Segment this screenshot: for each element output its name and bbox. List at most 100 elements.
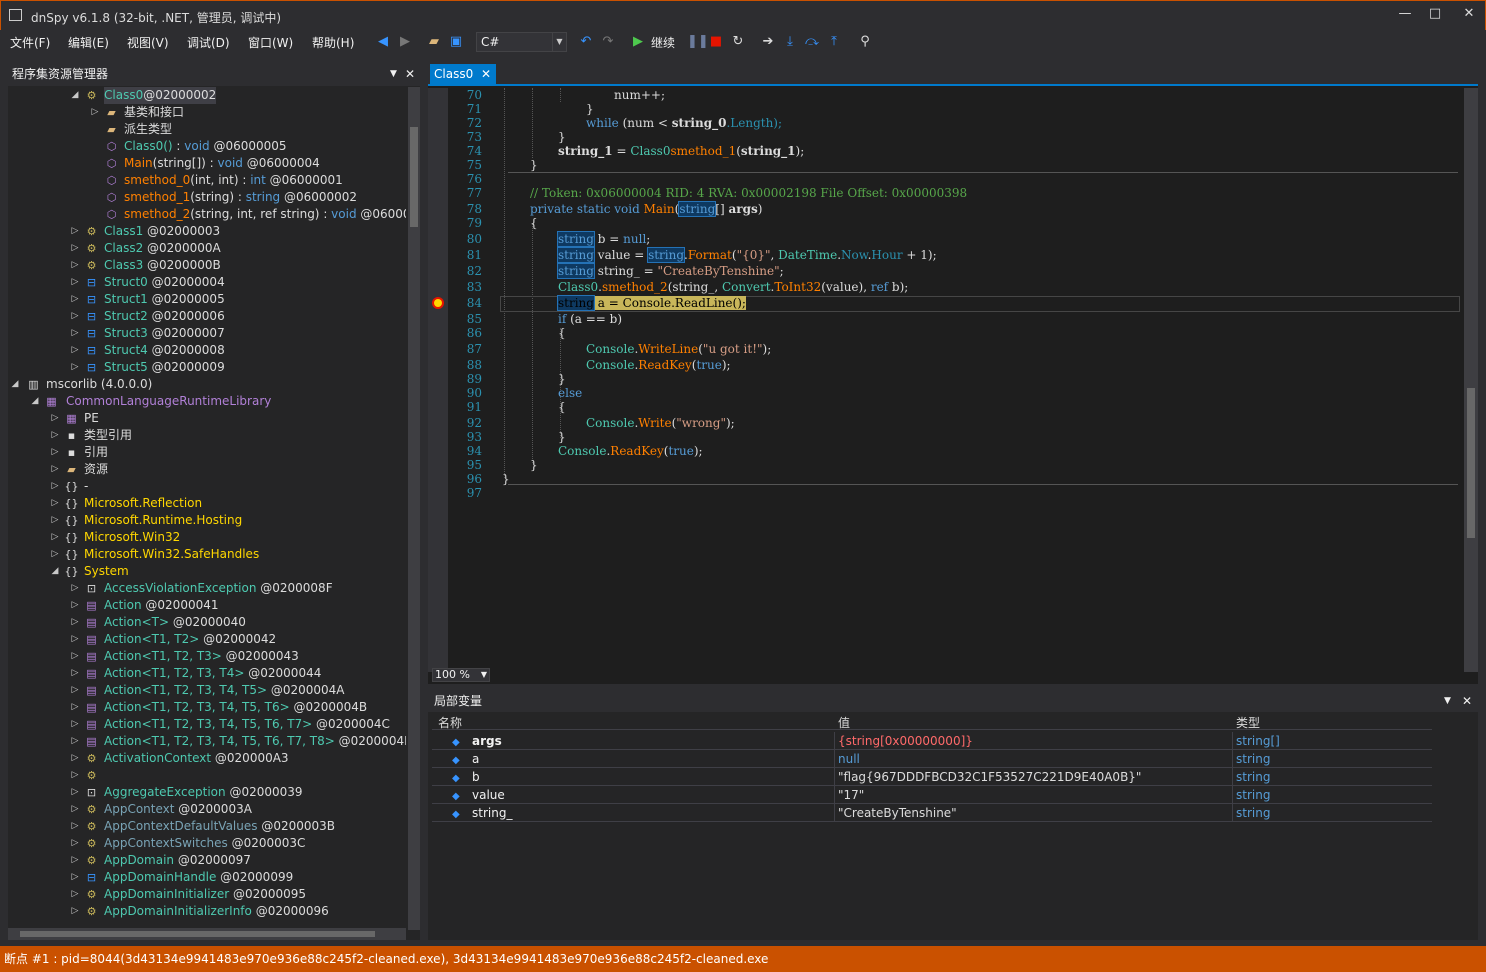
tree-node[interactable]: ⬡ smethod_2(string, int, ref string) : vo…	[8, 206, 406, 223]
menu-view[interactable]: 视图(V)	[127, 34, 169, 51]
tree-node[interactable]: ▷ ⚙ Class2 @0200000A	[8, 240, 406, 257]
tree-node[interactable]: ▷ ⚙ AppDomainInitializerInfo @02000096	[8, 903, 406, 920]
step-out-icon[interactable]: ⤒	[826, 33, 842, 51]
expand-arrow-icon[interactable]: ▷	[70, 784, 80, 801]
tree-node[interactable]: ▷ ▪ 引用	[8, 444, 406, 461]
tree-node[interactable]: ▷ ⊟ Struct1 @02000005	[8, 291, 406, 308]
tree-node[interactable]: ▷ ▪ 类型引用	[8, 427, 406, 444]
tree-node[interactable]: ▷ ▤ Action<T1, T2, T3, T4, T5> @0200004A	[8, 682, 406, 699]
open-icon[interactable]: ▰	[426, 33, 442, 51]
expand-arrow-icon[interactable]: ▷	[70, 682, 80, 699]
close-icon[interactable]: ✕	[1462, 690, 1472, 712]
expand-arrow-icon[interactable]: ▷	[70, 835, 80, 852]
tree-vertical-scrollbar[interactable]	[408, 87, 420, 930]
tree-node[interactable]: ▷ ⚙ AppContextSwitches @0200003C	[8, 835, 406, 852]
menu-file[interactable]: 文件(F)	[10, 34, 50, 51]
tree-node[interactable]: ⬡ smethod_1(string) : string @06000002	[8, 189, 406, 206]
tree-node[interactable]: ▷ ⚙ ActivationContext @020000A3	[8, 750, 406, 767]
scrollbar-thumb[interactable]	[1467, 388, 1475, 538]
continue-button[interactable]: 继续	[651, 34, 675, 51]
expand-arrow-icon[interactable]: ▷	[70, 342, 80, 359]
tree-node[interactable]: ▷ {} Microsoft.Reflection	[8, 495, 406, 512]
tree-node[interactable]: ▷ ⊡ AggregateException @02000039	[8, 784, 406, 801]
tree-node[interactable]: ▷ ⊟ Struct3 @02000007	[8, 325, 406, 342]
chevron-down-icon[interactable]: ▼	[1444, 690, 1451, 712]
tree-node[interactable]: ▷ ▰ 基类和接口	[8, 104, 406, 121]
expand-arrow-icon[interactable]: ▷	[70, 903, 80, 920]
expand-arrow-icon[interactable]: ▷	[70, 359, 80, 376]
local-value[interactable]: {string[0x00000000]}	[838, 732, 973, 750]
tree-node[interactable]: ▷ ▤ Action<T1, T2, T3, T4, T5, T6, T7, T8>…	[8, 733, 406, 750]
tree-node[interactable]: ▷ ⚙	[8, 767, 406, 784]
expand-arrow-icon[interactable]: ▷	[70, 614, 80, 631]
tree-node[interactable]: ◢ ⚙ Class0@02000002	[8, 87, 406, 104]
tree-node[interactable]: ▷ ⊟ Struct2 @02000006	[8, 308, 406, 325]
tree-node[interactable]: ▷ {} -	[8, 478, 406, 495]
tree-node[interactable]: ⬡ smethod_0(int, int) : int @06000001	[8, 172, 406, 189]
close-icon[interactable]: ✕	[481, 64, 491, 84]
show-next-statement-icon[interactable]: ➔	[760, 33, 776, 51]
collapse-arrow-icon[interactable]: ◢	[30, 393, 40, 410]
expand-arrow-icon[interactable]: ▷	[70, 274, 80, 291]
expand-arrow-icon[interactable]: ▷	[90, 104, 100, 121]
locals-row[interactable]: ◆ b "flag{967DDDFBCD32C1F53527C221D9E40A0B…	[432, 768, 1432, 786]
tree-node[interactable]: ▷ ⚙ AppContextDefaultValues @0200003B	[8, 818, 406, 835]
collapse-arrow-icon[interactable]: ◢	[10, 376, 20, 393]
restart-icon[interactable]: ↻	[730, 33, 746, 51]
scrollbar-thumb[interactable]	[20, 931, 375, 937]
tree-node[interactable]: ▷ ⊟ Struct5 @02000009	[8, 359, 406, 376]
expand-arrow-icon[interactable]: ▷	[70, 750, 80, 767]
local-value[interactable]: "17"	[838, 786, 864, 804]
scrollbar-thumb[interactable]	[410, 127, 418, 227]
maximize-icon[interactable]: □	[1425, 6, 1445, 24]
expand-arrow-icon[interactable]: ▷	[70, 733, 80, 750]
step-over-icon[interactable]: ⤼	[804, 33, 820, 51]
stop-icon[interactable]: ■	[708, 33, 724, 51]
tree-node[interactable]: ▷ ▤ Action<T1, T2, T3, T4> @02000044	[8, 665, 406, 682]
tree-node[interactable]: ▷ ▤ Action<T1, T2> @02000042	[8, 631, 406, 648]
locals-row[interactable]: ◆ args {string[0x00000000]} string[]	[432, 732, 1432, 750]
expand-arrow-icon[interactable]: ▷	[50, 427, 60, 444]
expand-arrow-icon[interactable]: ▷	[50, 546, 60, 563]
tree-node[interactable]: ▷ ⚙ Class3 @0200000B	[8, 257, 406, 274]
expand-arrow-icon[interactable]: ▷	[50, 495, 60, 512]
tree-node[interactable]: ▷ ⊡ AccessViolationException @0200008F	[8, 580, 406, 597]
redo-icon[interactable]: ↷	[600, 33, 616, 51]
expand-arrow-icon[interactable]: ▷	[50, 410, 60, 427]
expand-arrow-icon[interactable]: ▷	[50, 444, 60, 461]
menu-help[interactable]: 帮助(H)	[312, 34, 354, 51]
tree-node[interactable]: ▷ ⊟ AppDomainHandle @02000099	[8, 869, 406, 886]
expand-arrow-icon[interactable]: ▷	[70, 223, 80, 240]
expand-arrow-icon[interactable]: ▷	[70, 648, 80, 665]
expand-arrow-icon[interactable]: ▷	[70, 325, 80, 342]
column-value[interactable]: 值	[838, 714, 850, 731]
tree-node[interactable]: ▰ 派生类型	[8, 121, 406, 138]
tab-class0[interactable]: Class0 ✕	[430, 64, 496, 86]
tree-node[interactable]: ▷ ⚙ AppDomain @02000097	[8, 852, 406, 869]
local-value[interactable]: "flag{967DDDFBCD32C1F53527C221D9E40A0B}"	[838, 768, 1141, 786]
column-type[interactable]: 类型	[1236, 714, 1260, 731]
close-icon[interactable]: ✕	[1459, 6, 1479, 24]
pause-icon[interactable]: ❚❚	[687, 33, 709, 51]
expand-arrow-icon[interactable]: ▷	[50, 478, 60, 495]
tree-node[interactable]: ▷ ⚙ AppContext @0200003A	[8, 801, 406, 818]
locals-row[interactable]: ◆ value "17" string	[432, 786, 1432, 804]
expand-arrow-icon[interactable]: ▷	[70, 886, 80, 903]
tree-horizontal-scrollbar[interactable]	[8, 928, 406, 940]
expand-arrow-icon[interactable]: ▷	[70, 291, 80, 308]
local-value[interactable]: "CreateByTenshine"	[838, 804, 957, 822]
expand-arrow-icon[interactable]: ▷	[70, 308, 80, 325]
tree-node[interactable]: ▷ ▰ 资源	[8, 461, 406, 478]
tree-node[interactable]: ▷ {} Microsoft.Runtime.Hosting	[8, 512, 406, 529]
column-name[interactable]: 名称	[438, 714, 462, 731]
tree-node[interactable]: ▷ ▦ PE	[8, 410, 406, 427]
tree-node[interactable]: ▷ ⊟ Struct0 @02000004	[8, 274, 406, 291]
expand-arrow-icon[interactable]: ▷	[70, 257, 80, 274]
tree-node[interactable]: ◢ {} System	[8, 563, 406, 580]
collapse-arrow-icon[interactable]: ◢	[50, 563, 60, 580]
tree-node[interactable]: ▷ ▤ Action<T1, T2, T3> @02000043	[8, 648, 406, 665]
expand-arrow-icon[interactable]: ▷	[50, 529, 60, 546]
expand-arrow-icon[interactable]: ▷	[70, 801, 80, 818]
tree-node[interactable]: ▷ ▤ Action<T> @02000040	[8, 614, 406, 631]
close-icon[interactable]: ✕	[405, 64, 415, 85]
